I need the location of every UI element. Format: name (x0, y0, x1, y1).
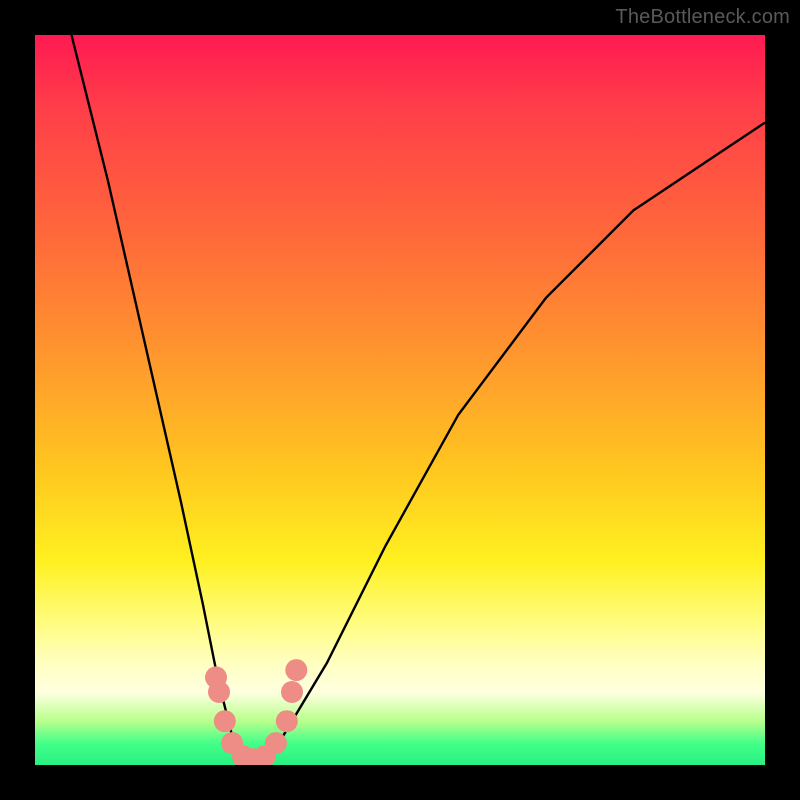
plot-area (35, 35, 765, 765)
curve-markers (205, 659, 307, 765)
marker-dot (276, 710, 298, 732)
watermark-text: TheBottleneck.com (615, 6, 790, 29)
bottleneck-curve (35, 35, 765, 765)
marker-dot (208, 681, 230, 703)
marker-dot (285, 659, 307, 681)
chart-frame: TheBottleneck.com (0, 0, 800, 800)
curve-line (72, 35, 766, 765)
marker-dot (265, 732, 287, 754)
marker-dot (281, 681, 303, 703)
marker-dot (214, 710, 236, 732)
